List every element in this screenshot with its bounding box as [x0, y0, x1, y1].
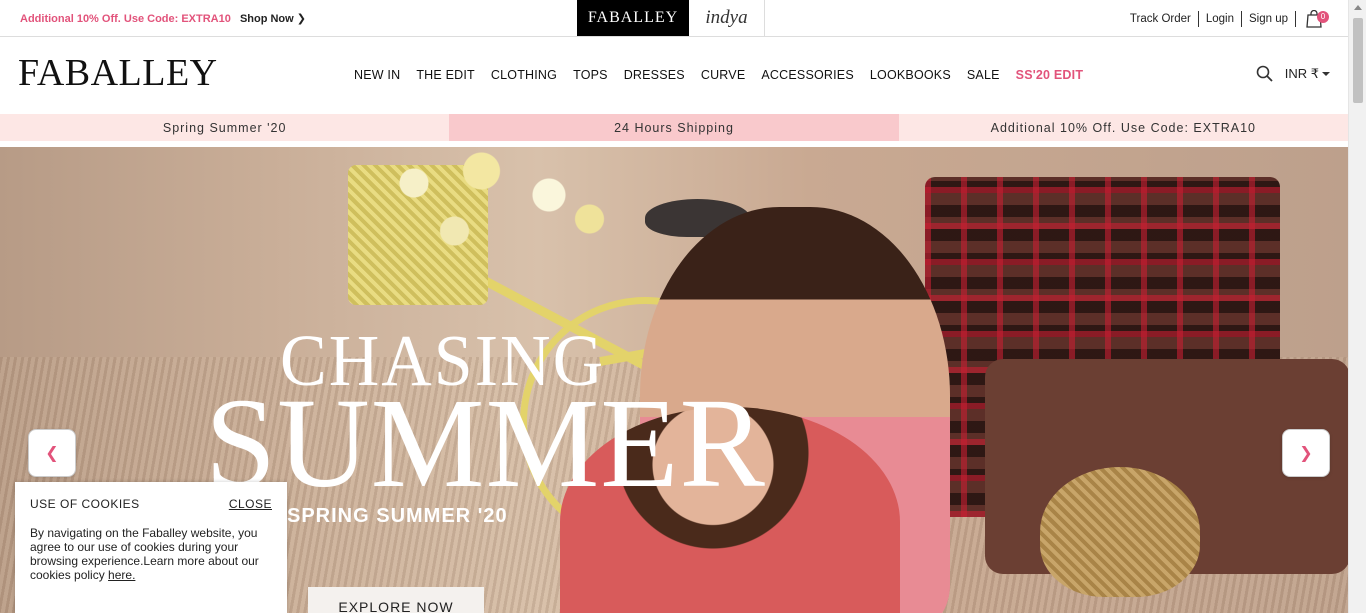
carousel-prev-button[interactable]: ❮ [28, 429, 76, 477]
info-strip-shipping[interactable]: 24 Hours Shipping [449, 114, 899, 141]
cart-button[interactable]: 0 [1304, 10, 1330, 28]
explore-now-button[interactable]: EXPLORE NOW [308, 587, 484, 613]
hero-title-line2: SUMMER [205, 372, 766, 514]
main-header: FABALLEY NEW IN THE EDIT CLOTHING TOPS D… [0, 37, 1348, 114]
cart-count-badge: 0 [1317, 11, 1329, 23]
nav-item-accessories[interactable]: ACCESSORIES [753, 68, 862, 82]
cookie-policy-link[interactable]: here. [108, 568, 135, 582]
promo-text: Additional 10% Off. Use Code: EXTRA10 [20, 13, 231, 25]
promo-banner: Additional 10% Off. Use Code: EXTRA10 Sh… [20, 12, 306, 25]
nav-item-sale[interactable]: SALE [959, 68, 1008, 82]
info-strip-season[interactable]: Spring Summer '20 [0, 114, 450, 141]
brand-tab-indya[interactable]: indya [689, 0, 765, 36]
cookie-notice: USE OF COOKIES CLOSE By navigating on th… [15, 482, 287, 613]
shop-now-label: Shop Now [239, 13, 294, 25]
flowers [360, 147, 630, 267]
hero-subtitle: SPRING SUMMER '20 [287, 505, 508, 527]
signup-link[interactable]: Sign up [1242, 11, 1296, 27]
site-logo[interactable]: FABALLEY [18, 51, 218, 95]
login-link[interactable]: Login [1199, 11, 1242, 27]
account-links: Track Order Login Sign up 0 [1123, 10, 1330, 28]
info-strip-offer[interactable]: Additional 10% Off. Use Code: EXTRA10 [898, 114, 1348, 141]
nav-item-lookbooks[interactable]: LOOKBOOKS [862, 68, 959, 82]
scroll-up-icon[interactable] [1354, 5, 1362, 10]
header-tools: INR ₹ [1256, 65, 1330, 82]
shop-now-link[interactable]: Shop Now ❯ [240, 13, 306, 25]
search-icon[interactable] [1256, 65, 1273, 82]
scrollbar-thumb[interactable] [1353, 18, 1363, 103]
top-bar: Additional 10% Off. Use Code: EXTRA10 Sh… [0, 0, 1348, 37]
page-scrollbar[interactable] [1348, 0, 1366, 613]
cookie-close-button[interactable]: CLOSE [229, 497, 272, 511]
currency-label: INR ₹ [1284, 65, 1319, 81]
cookie-text: By navigating on the Faballey website, y… [30, 526, 270, 582]
nav-item-the-edit[interactable]: THE EDIT [408, 68, 483, 82]
brand-tab-faballey[interactable]: FABALLEY [577, 0, 689, 36]
caret-down-icon [1322, 72, 1330, 77]
nav-item-curve[interactable]: CURVE [693, 68, 754, 82]
brand-switcher: FABALLEY indya [577, 0, 765, 36]
wicker-basket [1040, 467, 1200, 597]
chevron-right-icon: ❯ [1299, 445, 1313, 462]
info-strip: Spring Summer '20 24 Hours Shipping Addi… [0, 114, 1348, 141]
nav-item-ss20-edit[interactable]: SS'20 EDIT [1008, 68, 1092, 82]
chevron-right-icon: ❯ [296, 13, 306, 25]
cookie-title: USE OF COOKIES [30, 497, 140, 511]
nav-item-tops[interactable]: TOPS [565, 68, 616, 82]
carousel-next-button[interactable]: ❯ [1282, 429, 1330, 477]
currency-selector[interactable]: INR ₹ [1285, 66, 1330, 82]
nav-item-dresses[interactable]: DRESSES [616, 68, 693, 82]
track-order-link[interactable]: Track Order [1123, 11, 1199, 27]
nav-item-new-in[interactable]: NEW IN [346, 68, 408, 82]
chevron-left-icon: ❮ [45, 445, 59, 462]
nav-item-clothing[interactable]: CLOTHING [483, 68, 565, 82]
main-nav: NEW IN THE EDIT CLOTHING TOPS DRESSES CU… [346, 68, 1091, 82]
cookie-body: By navigating on the Faballey website, y… [30, 526, 259, 582]
